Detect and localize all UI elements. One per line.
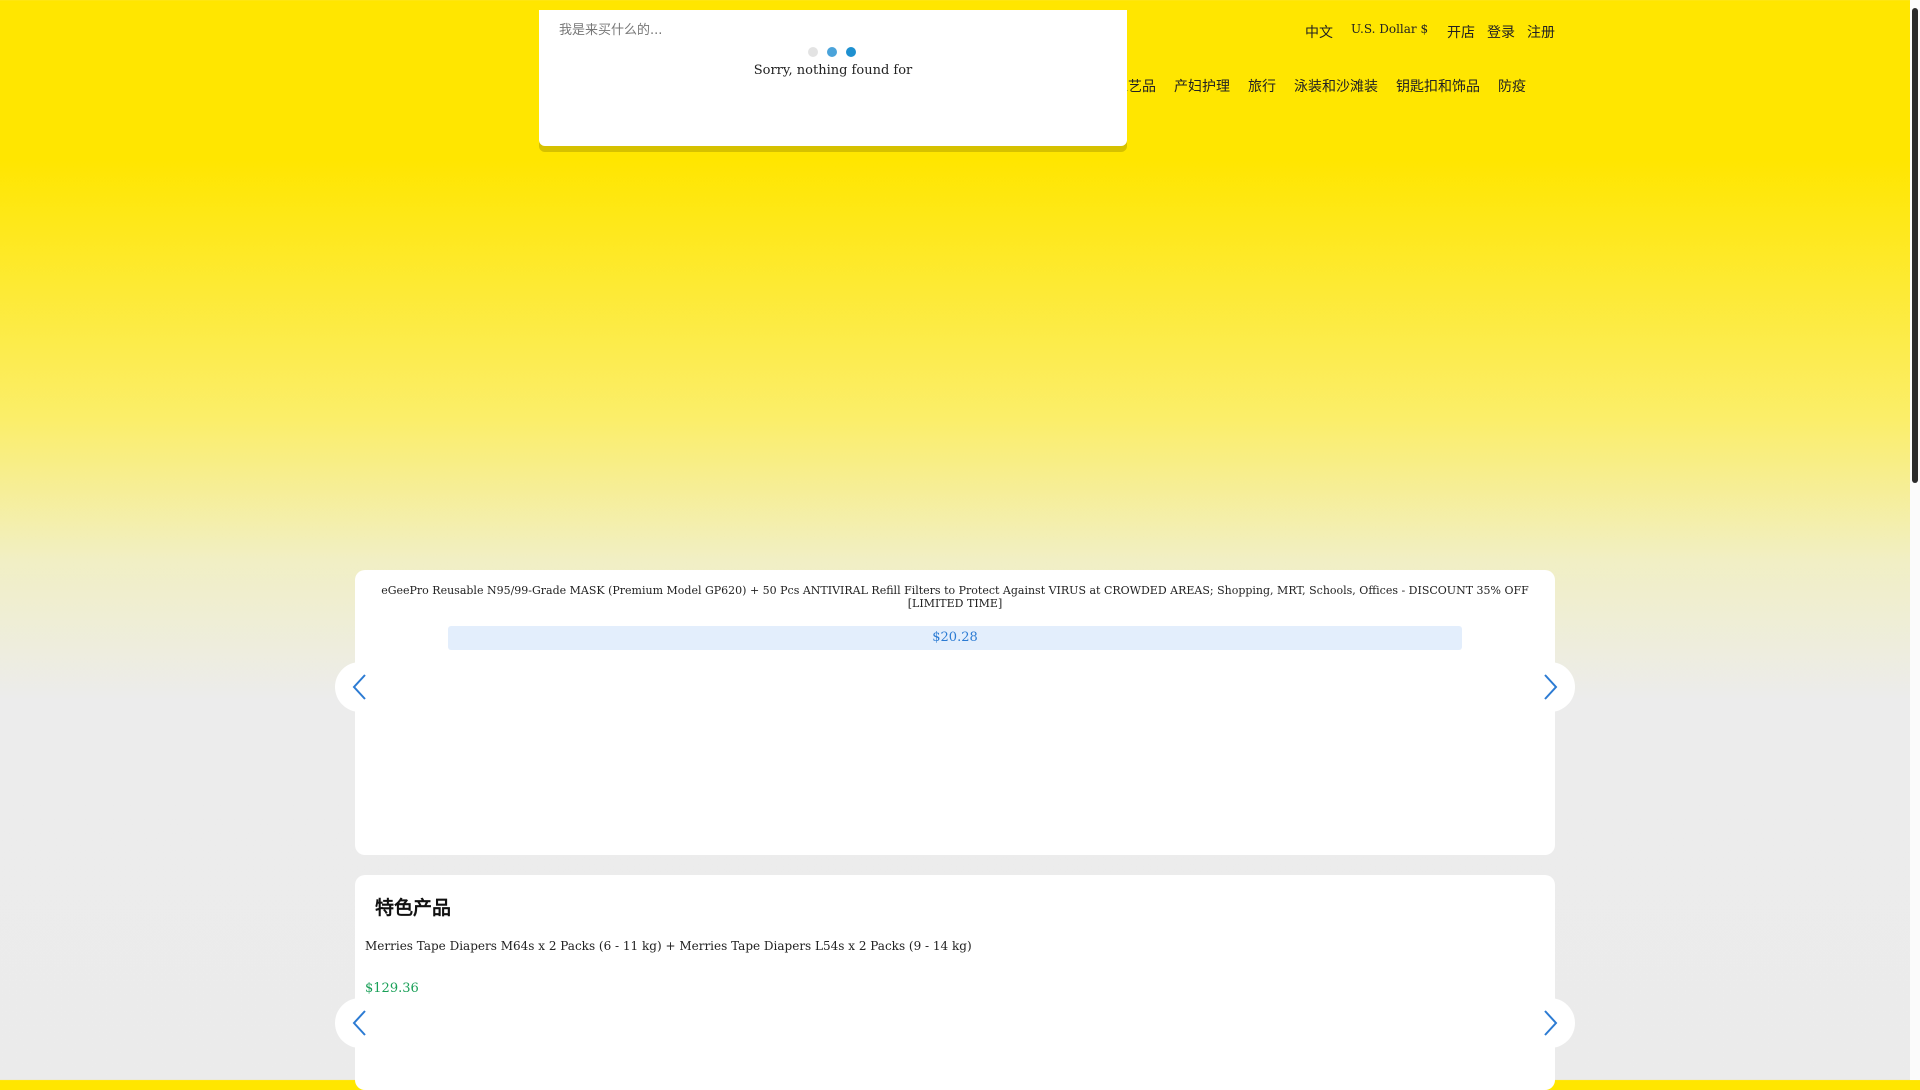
chevron-right-icon <box>1544 1010 1558 1036</box>
loading-dot <box>808 47 818 57</box>
register-link[interactable]: 注册 <box>1527 22 1555 42</box>
featured-prev-button[interactable] <box>335 998 385 1048</box>
featured-next-button[interactable] <box>1525 998 1575 1048</box>
loading-spinner <box>808 47 856 57</box>
nav-item-keychains[interactable]: 钥匙扣和饰品 <box>1396 76 1480 96</box>
chevron-left-icon <box>352 1010 366 1036</box>
language-selector[interactable]: 中文 <box>1305 22 1333 42</box>
section-title: 特色产品 <box>375 897 452 919</box>
open-store-link[interactable]: 开店 <box>1447 22 1475 42</box>
scrollbar-thumb[interactable] <box>1912 8 1918 483</box>
nav-item-epidemic[interactable]: 防疫 <box>1498 76 1526 96</box>
no-results-message: Sorry, nothing found for <box>753 63 913 78</box>
product-title[interactable]: eGeePro Reusable N95/99-Grade MASK (Prem… <box>355 584 1555 610</box>
nav-item-swimwear[interactable]: 泳装和沙滩装 <box>1294 76 1378 96</box>
featured-product-title[interactable]: Merries Tape Diapers M64s x 2 Packs (6 -… <box>365 939 972 953</box>
login-link[interactable]: 登录 <box>1487 22 1515 42</box>
category-nav: 艺工艺品 产妇护理 旅行 泳装和沙滩装 钥匙扣和饰品 防疫 <box>1100 76 1526 96</box>
nav-item-travel[interactable]: 旅行 <box>1248 76 1276 96</box>
product-price: $20.28 <box>448 626 1462 650</box>
chevron-left-icon <box>352 674 366 700</box>
search-input[interactable] <box>539 10 1127 50</box>
featured-product-price: $129.36 <box>365 981 419 996</box>
loading-dot <box>827 47 837 57</box>
loading-dot <box>846 47 856 57</box>
product-carousel: eGeePro Reusable N95/99-Grade MASK (Prem… <box>355 570 1555 855</box>
currency-selector[interactable]: U.S. Dollar $ <box>1351 22 1428 36</box>
nav-item-maternity[interactable]: 产妇护理 <box>1174 76 1230 96</box>
chevron-right-icon <box>1544 674 1558 700</box>
carousel-prev-button[interactable] <box>335 662 385 712</box>
featured-products: 特色产品 Merries Tape Diapers M64s x 2 Packs… <box>355 875 1555 1090</box>
search-dropdown: Sorry, nothing found for <box>539 10 1127 146</box>
carousel-next-button[interactable] <box>1525 662 1575 712</box>
